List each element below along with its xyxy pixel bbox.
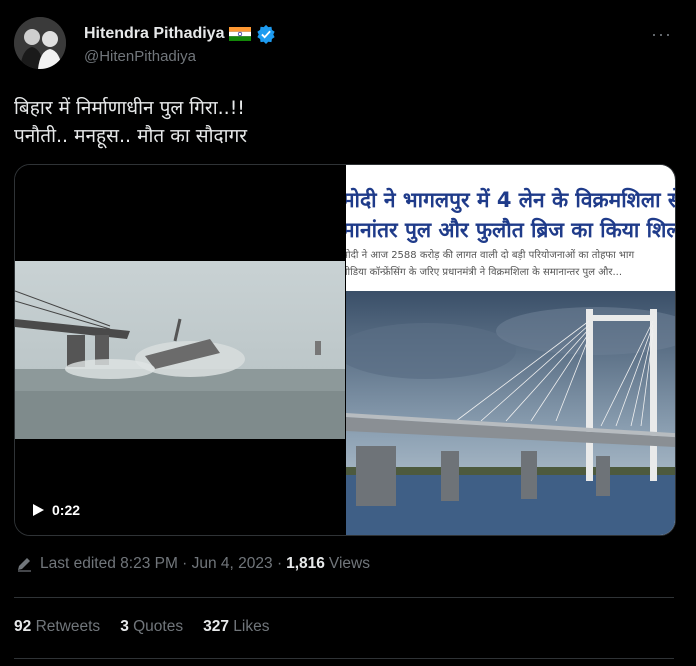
engagement-stats: 92 Retweets 3 Quotes 327 Likes (14, 618, 269, 636)
video-duration: 0:22 (33, 502, 80, 518)
retweets-stat[interactable]: 92 Retweets (14, 618, 100, 636)
retweets-label: Retweets (35, 618, 101, 635)
tweet-line-1: बिहार में निर्माणाधीन पुल गिरा..!! (14, 97, 245, 119)
divider (14, 597, 674, 598)
duration-label: 0:22 (52, 502, 81, 518)
article-summary-line-1: मोदी ने आज 2588 करोड़ की लागत वाली दो बड… (346, 250, 635, 261)
divider-bottom (14, 658, 674, 659)
quotes-label: Quotes (133, 618, 184, 635)
news-article-image[interactable]: मोदी ने भागलपुर में 4 लेन के विक्रमशिला … (346, 165, 675, 535)
quotes-count: 3 (120, 618, 129, 635)
views-label: Views (328, 555, 370, 572)
bridge-collapse-video-frame (15, 261, 345, 439)
article-headline-line-1: मोदी ने भागलपुर में 4 लेन के विक्रमशिला … (346, 188, 675, 212)
quotes-stat[interactable]: 3 Quotes (120, 618, 183, 636)
retweets-count: 92 (14, 618, 32, 635)
likes-stat[interactable]: 327 Likes (203, 618, 269, 636)
likes-label: Likes (233, 618, 270, 635)
verified-badge-icon[interactable] (256, 24, 276, 44)
article-headline: मोदी ने भागलपुर में 4 लेन के विक्रमशिला … (346, 185, 675, 245)
cable-bridge-photo (346, 291, 675, 535)
article-summary-line-2: वीडिया कॉन्फ्रेंसिंग के जरिए प्रधानमंत्र… (346, 267, 623, 278)
author-handle[interactable]: @HitenPithadiya (84, 48, 196, 65)
media-grid[interactable]: 0:22 मोदी ने भागलपुर में 4 लेन के विक्रम… (14, 164, 676, 536)
views-count: 1,816 (286, 555, 325, 572)
article-top-strip (346, 165, 675, 171)
video-player[interactable]: 0:22 (15, 165, 345, 535)
author-name[interactable]: Hitendra Pithadiya (84, 25, 224, 43)
more-options-button[interactable]: ··· (651, 24, 672, 45)
avatar[interactable] (14, 17, 66, 69)
tweet-line-2: पनौती.. मनहूस.. मौत का सौदागर (14, 125, 248, 147)
article-summary: मोदी ने आज 2588 करोड़ की लागत वाली दो बड… (346, 247, 634, 281)
tweet-text: बिहार में निर्माणाधीन पुल गिरा..!! पनौती… (14, 94, 247, 150)
pencil-icon[interactable] (16, 556, 32, 572)
india-flag-icon (229, 27, 252, 41)
article-headline-line-2: मानांतर पुल और फुलौत ब्रिज का किया शिलान… (346, 218, 675, 242)
edit-info: Last edited 8:23 PM · Jun 4, 2023 · 1,81… (16, 555, 370, 573)
likes-count: 327 (203, 618, 229, 635)
play-icon[interactable] (33, 504, 44, 516)
edited-timestamp[interactable]: Last edited 8:23 PM · Jun 4, 2023 · (40, 555, 282, 573)
